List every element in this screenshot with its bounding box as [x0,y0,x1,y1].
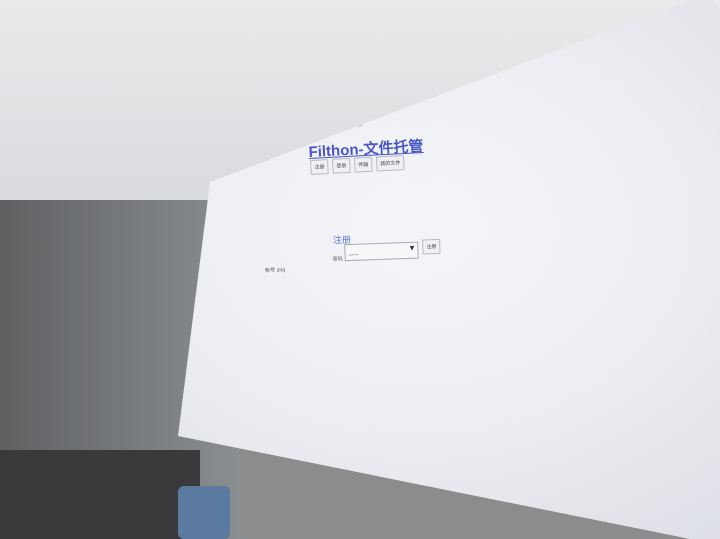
password-select[interactable]: 一一 ▼ [344,241,419,262]
account-label: 账号 ziiq [264,267,286,274]
nav-my-files-button[interactable]: 我的文件 [375,155,405,172]
nav-register-button[interactable]: 注册 [310,159,329,175]
photo-scene: Filthon-文件 Filthon-文件托管 注册 登录 传输 我的文件 注册… [0,0,720,539]
nav-login-button[interactable]: 登录 [331,157,351,174]
select-value: 一一 [348,252,359,260]
floor [0,450,200,539]
submit-button[interactable]: 注册 [422,238,441,255]
chevron-down-icon: ▼ [409,244,415,252]
nav-transfer-button[interactable]: 传输 [353,156,373,173]
water-dispenser [178,486,230,539]
password-label: 密码 [332,256,343,263]
